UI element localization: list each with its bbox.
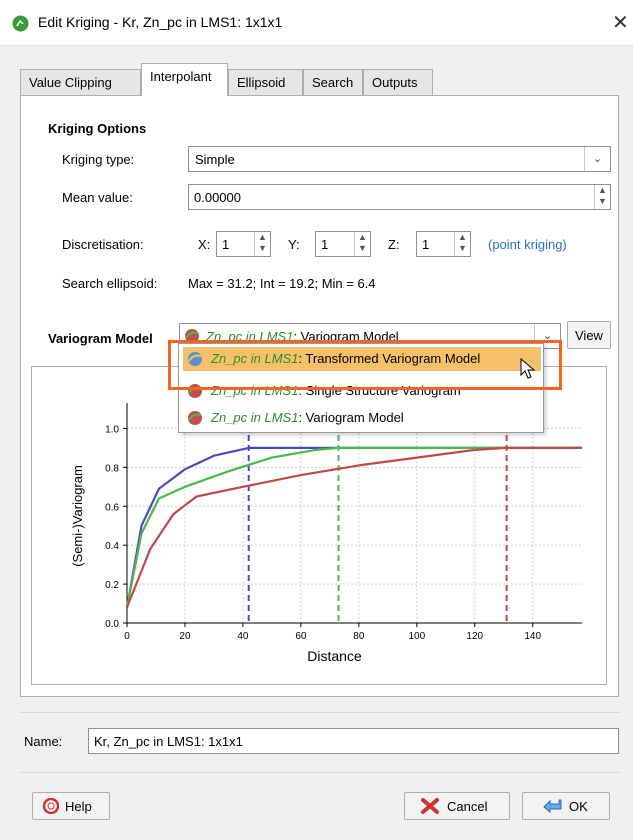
x-tick-label: 120 (466, 631, 483, 642)
x-label: X: (198, 237, 211, 252)
tab-label: Search (312, 75, 354, 90)
kriging-type-value: Simple (195, 152, 235, 167)
spin-arrows-icon[interactable]: ▲ ▼ (454, 232, 470, 256)
x-tick-label: 40 (237, 631, 249, 642)
y-label: Y: (288, 237, 300, 252)
tab-search[interactable]: Search (303, 69, 363, 95)
spin-arrows-icon[interactable]: ▲ ▼ (254, 232, 270, 256)
name-input[interactable]: Kr, Zn_pc in LMS1: 1x1x1 (88, 728, 619, 754)
z-value: 1 (422, 237, 430, 252)
chevron-down-icon: ⌄ (584, 147, 610, 171)
search-ellipsoid-label: Search ellipsoid: (62, 276, 158, 291)
spin-arrows-icon[interactable]: ▲ ▼ (594, 185, 610, 209)
search-ellipsoid-value: Max = 31.2; Int = 19.2; Min = 6.4 (188, 276, 376, 291)
view-button[interactable]: View (567, 321, 611, 349)
x-axis-label: Distance (307, 648, 362, 664)
variogram-dropdown: Zn_pc in LMS1: Transformed Variogram Mod… (178, 343, 544, 433)
mouse-cursor-icon (520, 358, 536, 379)
y-tick-label: 0.4 (105, 541, 119, 552)
divider (20, 772, 620, 773)
y-tick-label: 0.2 (105, 580, 119, 591)
variogram-icon (188, 384, 202, 398)
y-value: 1 (321, 237, 329, 252)
tab-label: Value Clipping (29, 75, 112, 90)
variogram-selected: Zn_pc in LMS1: Variogram Model (206, 329, 399, 344)
z-discretisation-input[interactable]: 1 ▲ ▼ (416, 231, 471, 257)
help-button-label: Help (65, 799, 92, 814)
dropdown-item-single-structure[interactable]: Zn_pc in LMS1: Single Structure Variogra… (183, 379, 541, 403)
name-label: Name: (24, 734, 63, 749)
ok-button[interactable]: OK (522, 792, 610, 820)
app-logo-icon (12, 15, 29, 32)
x-tick-label: 140 (524, 631, 541, 642)
discretisation-label: Discretisation: (62, 237, 144, 252)
mean-value-label: Mean value: (62, 190, 133, 205)
x-discretisation-input[interactable]: 1 ▲ ▼ (216, 231, 271, 257)
y-tick-label: 0.6 (105, 502, 119, 513)
x-tick-label: 80 (353, 631, 365, 642)
x-tick-label: 0 (124, 631, 130, 642)
view-button-label: View (575, 328, 603, 343)
cancel-button-label: Cancel (447, 799, 488, 814)
dropdown-item-label: Zn_pc in LMS1: Single Structure Variogra… (211, 383, 461, 398)
spin-arrows-icon[interactable]: ▲ ▼ (354, 232, 370, 256)
title-bar: Edit Kriging - Kr, Zn_pc in LMS1: 1x1x1 … (0, 0, 633, 46)
y-tick-label: 0.8 (105, 463, 119, 474)
kriging-options-heading: Kriging Options (48, 121, 147, 136)
tab-label: Ellipsoid (237, 75, 286, 90)
y-axis-label: (Semi-)Variogram (70, 465, 85, 567)
dropdown-item-label: Zn_pc in LMS1: Variogram Model (211, 410, 404, 425)
cancel-icon (421, 798, 439, 814)
help-button[interactable]: Help (32, 792, 110, 820)
help-icon (43, 798, 59, 814)
cancel-button[interactable]: Cancel (404, 792, 510, 820)
variogram-model-label: Variogram Model (48, 331, 153, 346)
mean-value-input[interactable]: 0.00000 ▲ ▼ (188, 184, 611, 210)
kriging-type-select[interactable]: Simple ⌄ (188, 146, 611, 172)
tab-label: Outputs (372, 75, 418, 90)
point-kriging-note: (point kriging) (488, 237, 567, 252)
name-value: Kr, Zn_pc in LMS1: 1x1x1 (94, 734, 243, 749)
window-title: Edit Kriging - Kr, Zn_pc in LMS1: 1x1x1 (38, 14, 283, 30)
mean-value: 0.00000 (194, 190, 241, 205)
series-line (125, 446, 582, 608)
y-tick-label: 0.0 (105, 619, 119, 630)
dropdown-item-label: Zn_pc in LMS1: Transformed Variogram Mod… (211, 351, 481, 366)
tab-ellipsoid[interactable]: Ellipsoid (228, 69, 303, 95)
ok-arrow-icon (543, 799, 562, 814)
tab-interpolant[interactable]: Interpolant (141, 63, 228, 96)
x-tick-label: 60 (295, 631, 307, 642)
x-tick-label: 20 (179, 631, 191, 642)
series-line (125, 446, 582, 608)
y-discretisation-input[interactable]: 1 ▲ ▼ (315, 231, 371, 257)
tab-outputs[interactable]: Outputs (363, 69, 433, 95)
tab-value-clipping[interactable]: Value Clipping (20, 69, 141, 95)
x-value: 1 (222, 237, 230, 252)
divider (20, 712, 620, 713)
variogram-icon (188, 352, 202, 366)
x-tick-label: 100 (408, 631, 425, 642)
z-label: Z: (388, 237, 400, 252)
variogram-icon (185, 329, 199, 343)
kriging-type-label: Kriging type: (62, 152, 135, 167)
dropdown-item-transformed[interactable]: Zn_pc in LMS1: Transformed Variogram Mod… (183, 347, 541, 371)
close-icon[interactable]: ✕ (612, 10, 629, 35)
ok-button-label: OK (569, 799, 588, 814)
variogram-icon (188, 411, 202, 425)
dropdown-item-variogram-model[interactable]: Zn_pc in LMS1: Variogram Model (183, 406, 541, 430)
series-line (125, 446, 582, 608)
tab-label: Interpolant (150, 69, 212, 84)
y-tick-label: 1.0 (105, 424, 119, 435)
